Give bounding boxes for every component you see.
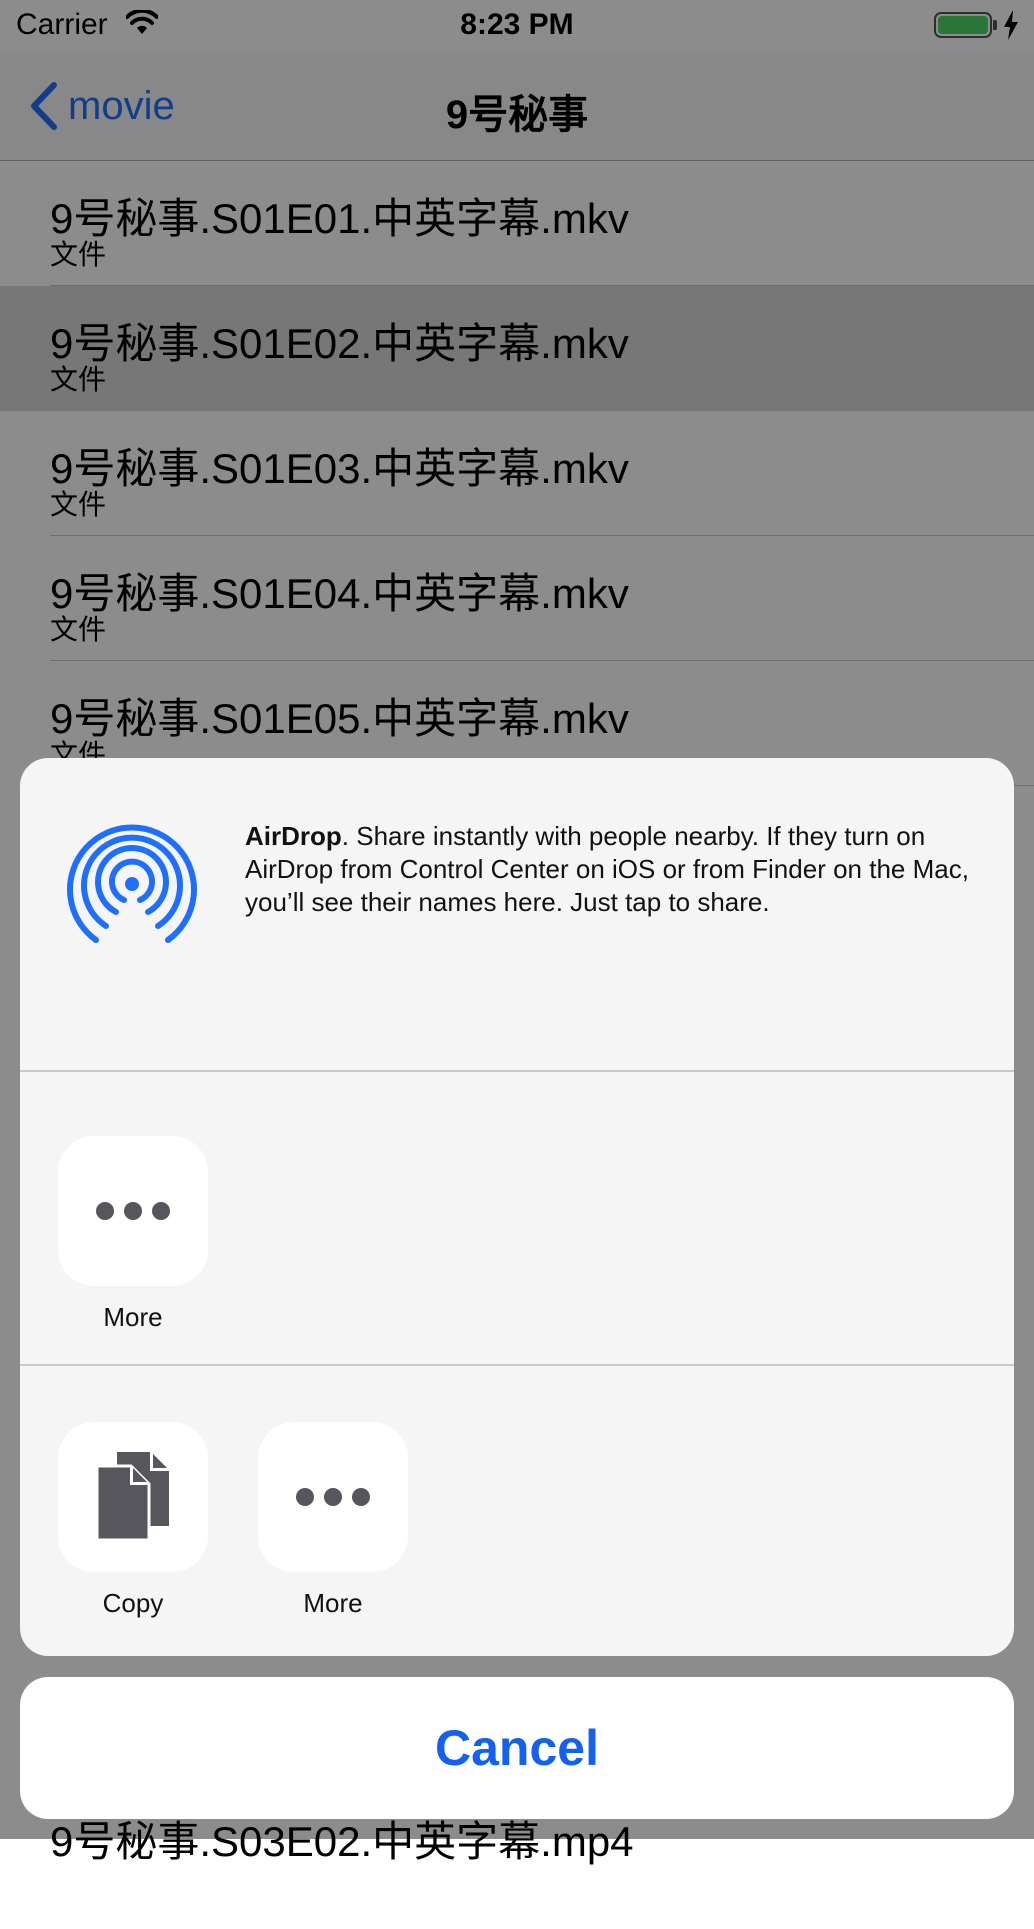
copy-button[interactable]: Copy xyxy=(58,1422,208,1619)
copy-icon xyxy=(97,1452,169,1542)
more-icon xyxy=(96,1202,170,1220)
copy-label: Copy xyxy=(102,1588,164,1618)
share-more-button[interactable]: More xyxy=(58,1136,208,1333)
share-sheet: AirDrop. Share instantly with people nea… xyxy=(20,758,1014,1656)
airdrop-description: AirDrop. Share instantly with people nea… xyxy=(245,820,1005,919)
action-more-label: More xyxy=(303,1588,363,1618)
copy-tile xyxy=(58,1422,208,1572)
airdrop-body: . Share instantly with people nearby. If… xyxy=(245,821,969,917)
airdrop-icon xyxy=(66,822,198,959)
share-apps-row: More xyxy=(20,1072,1014,1366)
more-icon xyxy=(296,1488,370,1506)
action-more-tile xyxy=(258,1422,408,1572)
airdrop-section: AirDrop. Share instantly with people nea… xyxy=(20,758,1014,1072)
share-more-label: More xyxy=(103,1302,163,1332)
cancel-button[interactable]: Cancel xyxy=(20,1677,1014,1819)
share-more-tile xyxy=(58,1136,208,1286)
actions-row: Copy More xyxy=(20,1366,1014,1656)
airdrop-title: AirDrop xyxy=(245,821,342,851)
action-more-button[interactable]: More xyxy=(258,1422,408,1619)
